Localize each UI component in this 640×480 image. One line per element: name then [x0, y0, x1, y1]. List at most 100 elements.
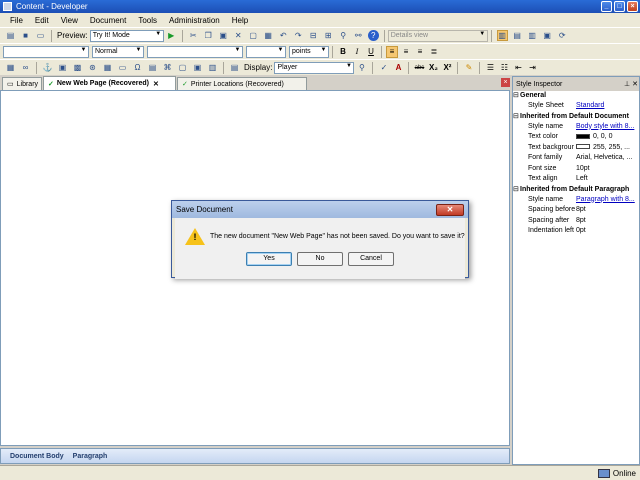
align-right-button[interactable]: ≡ — [414, 46, 426, 58]
style-sheet-link[interactable]: Standard — [576, 101, 639, 112]
maximize-button[interactable]: □ — [614, 1, 625, 12]
section-general[interactable]: ⊟General — [513, 91, 639, 101]
layout-split-icon[interactable]: ▤ — [512, 30, 523, 41]
subscript-button[interactable]: X₂ — [427, 62, 439, 74]
help-icon[interactable]: ? — [367, 30, 379, 41]
text-color-button[interactable]: A — [392, 62, 404, 74]
cancel-button[interactable]: Cancel — [348, 252, 394, 266]
bold-button[interactable]: B — [337, 46, 349, 58]
replace-icon[interactable]: ⚯ — [353, 30, 364, 41]
superscript-button[interactable]: X² — [441, 62, 453, 74]
delete-icon[interactable]: ✕ — [233, 30, 244, 41]
title-bar: Content - Developer _ □ × — [0, 0, 640, 13]
property-value: 8pt — [576, 216, 586, 224]
menu-tools[interactable]: Tools — [132, 16, 163, 25]
dialog-close-button[interactable]: ✕ — [436, 203, 464, 216]
paragraph-format-select[interactable]: ▼ — [3, 45, 89, 58]
special-char-icon[interactable]: Ω — [132, 62, 143, 73]
field-icon[interactable]: ▤ — [147, 62, 158, 73]
outdent-button[interactable]: ⇤ — [512, 62, 524, 74]
image-icon[interactable]: ▣ — [57, 62, 68, 73]
collapse-icon[interactable]: ⊟ — [513, 112, 520, 122]
menu-administration[interactable]: Administration — [163, 16, 226, 25]
size-unit-select[interactable]: points ▼ — [289, 45, 329, 58]
refresh-icon[interactable]: ⟳ — [557, 30, 568, 41]
save-icon[interactable]: ■ — [20, 30, 31, 41]
close-window-button[interactable]: × — [627, 1, 638, 12]
move-right-icon[interactable]: ⊞ — [323, 30, 334, 41]
separator — [372, 61, 374, 74]
move-left-icon[interactable]: ⊟ — [308, 30, 319, 41]
italic-button[interactable]: I — [351, 46, 363, 58]
pin-icon[interactable]: ⊥ — [623, 80, 631, 88]
menu-help[interactable]: Help — [226, 16, 254, 25]
hline-icon[interactable]: ▭ — [117, 62, 128, 73]
close-document-icon[interactable]: × — [501, 78, 510, 87]
path-paragraph[interactable]: Paragraph — [73, 453, 108, 460]
menu-document[interactable]: Document — [84, 16, 132, 25]
yes-button[interactable]: Yes — [246, 252, 292, 266]
collapse-icon[interactable]: ⊟ — [513, 185, 520, 195]
redo-icon[interactable]: ↷ — [293, 30, 304, 41]
path-document-body[interactable]: Document Body — [10, 453, 64, 460]
align-left-button[interactable]: ≡ — [386, 45, 398, 58]
indent-button[interactable]: ⇥ — [526, 62, 538, 74]
cut-icon[interactable]: ✂ — [188, 30, 199, 41]
display-value: Player — [277, 64, 298, 71]
style-select[interactable]: Normal ▼ — [92, 45, 144, 58]
view-mode-select[interactable]: Details view ▼ — [387, 29, 488, 42]
zoom-icon[interactable]: ⚲ — [356, 62, 367, 73]
link-icon[interactable]: ∞ — [20, 62, 31, 73]
underline-button[interactable]: U — [365, 46, 377, 58]
copy-icon[interactable]: ❐ — [203, 30, 214, 41]
strikethrough-button[interactable]: abc — [413, 62, 425, 74]
tab-printer-locations[interactable]: ✓ Printer Locations (Recovered) — [177, 77, 307, 90]
display-select[interactable]: Player ▼ — [274, 61, 355, 74]
tab-library[interactable]: ▭ Library — [2, 77, 42, 90]
font-family-select[interactable]: ▼ — [147, 45, 243, 58]
no-button[interactable]: No — [297, 252, 343, 266]
menu-file[interactable]: File — [4, 16, 29, 25]
justify-button[interactable]: ≣ — [428, 46, 440, 58]
bookmark-icon[interactable]: ▢ — [177, 62, 188, 73]
insert-icon[interactable]: ▦ — [263, 30, 274, 41]
movie-icon[interactable]: ▩ — [72, 62, 83, 73]
paragraph-style-link[interactable]: Paragraph with 8... — [576, 195, 639, 206]
layer-icon[interactable]: ▥ — [207, 62, 218, 73]
layout-columns-icon[interactable]: ▥ — [527, 30, 538, 41]
collapse-icon[interactable]: ⊟ — [513, 91, 520, 101]
font-size-select[interactable]: ▼ — [246, 45, 286, 58]
undo-icon[interactable]: ↶ — [278, 30, 289, 41]
find-icon[interactable]: ⚲ — [338, 30, 349, 41]
print-icon[interactable]: ▭ — [35, 30, 46, 41]
layout-single-icon[interactable]: ▥ — [496, 30, 508, 41]
page-icon[interactable]: ▤ — [229, 62, 240, 73]
code-icon[interactable]: ⌘ — [162, 62, 173, 73]
anchor-icon[interactable]: ⚓ — [42, 62, 53, 73]
menu-edit[interactable]: Edit — [29, 16, 55, 25]
bullet-list-button[interactable]: ☰ — [484, 62, 496, 74]
table-icon[interactable]: ▦ — [5, 62, 16, 73]
grid-icon[interactable]: ▦ — [102, 62, 113, 73]
close-panel-icon[interactable]: ✕ — [631, 80, 639, 88]
open-folder-icon[interactable]: ▤ — [5, 30, 16, 41]
style-name-link[interactable]: Body style with 8... — [576, 122, 639, 133]
spell-check-icon[interactable]: ✓ — [378, 62, 389, 73]
preview-mode-select[interactable]: Try It! Mode ▼ — [89, 29, 164, 42]
hyperlink-icon[interactable]: ⊛ — [87, 62, 98, 73]
property-row: Spacing after 8pt — [513, 216, 639, 227]
play-icon[interactable]: ▶ — [166, 30, 177, 41]
menu-view[interactable]: View — [55, 16, 84, 25]
align-center-button[interactable]: ≡ — [400, 46, 412, 58]
section-inherited-paragraph[interactable]: ⊟Inherited from Default Paragraph — [513, 185, 639, 195]
close-tab-icon[interactable]: ✕ — [153, 80, 159, 88]
numbered-list-button[interactable]: ☷ — [498, 62, 510, 74]
tab-new-web-page[interactable]: ✓ New Web Page (Recovered) ✕ — [43, 76, 176, 90]
properties-icon[interactable]: ▣ — [542, 30, 553, 41]
minimize-button[interactable]: _ — [601, 1, 612, 12]
duplicate-icon[interactable]: ▢ — [248, 30, 259, 41]
highlight-icon[interactable]: ✎ — [463, 62, 474, 73]
section-inherited-document[interactable]: ⊟Inherited from Default Document — [513, 112, 639, 122]
paste-icon[interactable]: ▣ — [218, 30, 229, 41]
frame-icon[interactable]: ▣ — [192, 62, 203, 73]
